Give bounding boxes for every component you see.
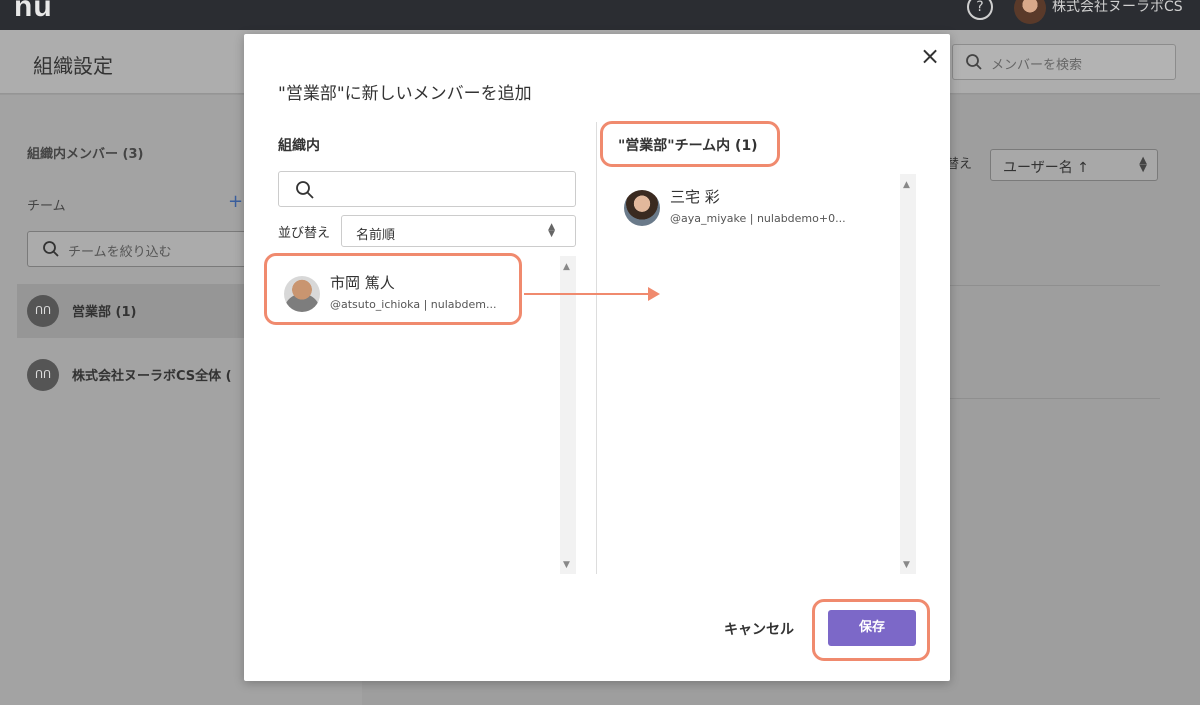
- search-icon: [966, 54, 982, 70]
- scrollbar[interactable]: ▲ ▼: [560, 256, 576, 574]
- chevron-updown-icon: ▲ ▼: [548, 222, 555, 239]
- team-filter-input[interactable]: チームを絞り込む: [27, 231, 257, 267]
- member-name: 三宅 彩: [670, 188, 720, 206]
- highlight-box: [600, 121, 780, 167]
- team-name: 株式会社ヌーラボCS全体 (: [72, 369, 232, 384]
- add-team-icon[interactable]: +: [228, 191, 243, 212]
- close-icon[interactable]: ×: [920, 44, 940, 68]
- org-name[interactable]: 株式会社ヌーラボCS: [1052, 0, 1183, 16]
- sidebar-item-team[interactable]: ꓵꓵ 株式会社ヌーラボCS全体 (: [17, 348, 257, 402]
- list-item[interactable]: 三宅 彩 @aya_miyake | nulabdemo+0...: [624, 182, 864, 234]
- scroll-down-icon[interactable]: ▼: [563, 560, 570, 570]
- help-icon[interactable]: ?: [967, 0, 993, 20]
- top-bar: nu ? 株式会社ヌーラボCS: [0, 0, 1200, 30]
- search-placeholder: メンバーを検索: [991, 58, 1083, 73]
- app-logo: nu: [14, 0, 53, 23]
- column-divider: [596, 122, 597, 574]
- chevron-updown-icon: ▲ ▼: [1139, 155, 1147, 174]
- scroll-down-icon[interactable]: ▼: [903, 560, 910, 570]
- add-member-dialog: × "営業部"に新しいメンバーを追加 組織内 並び替え 名前順 ▲ ▼ 市岡 篤人…: [244, 34, 950, 681]
- page-title: 組織設定: [33, 54, 113, 78]
- cancel-button[interactable]: キャンセル: [724, 619, 794, 639]
- scrollbar[interactable]: ▲ ▼: [900, 174, 916, 574]
- sort-select[interactable]: 名前順 ▲ ▼: [341, 215, 576, 247]
- highlight-box: [812, 599, 930, 661]
- member-search-input[interactable]: [278, 171, 576, 207]
- org-members-heading: 組織内: [278, 138, 320, 154]
- divider: [942, 398, 1160, 399]
- member-search-input[interactable]: メンバーを検索: [952, 44, 1176, 80]
- dialog-title: "営業部"に新しいメンバーを追加: [278, 84, 532, 104]
- search-icon: [296, 181, 314, 199]
- avatar: [624, 190, 660, 226]
- team-member-list: 三宅 彩 @aya_miyake | nulabdemo+0... ▲ ▼: [618, 174, 918, 574]
- sort-value: ユーザー名 ↑: [1003, 160, 1089, 176]
- arrow-line: [524, 293, 654, 295]
- org-avatar[interactable]: [1014, 0, 1046, 24]
- team-icon: ꓵꓵ: [27, 295, 59, 327]
- member-id: @aya_miyake | nulabdemo+0...: [670, 212, 846, 225]
- arrow-head-icon: [648, 287, 660, 301]
- sidebar-item-team[interactable]: ꓵꓵ 営業部 (1): [17, 284, 257, 338]
- sort-select[interactable]: ユーザー名 ↑ ▲ ▼: [990, 149, 1158, 181]
- team-filter-placeholder: チームを絞り込む: [68, 245, 172, 260]
- divider: [942, 285, 1160, 286]
- team-icon: ꓵꓵ: [27, 359, 59, 391]
- teams-label: チーム: [27, 199, 66, 214]
- scroll-up-icon[interactable]: ▲: [563, 262, 570, 272]
- org-members-link[interactable]: 組織内メンバー (3): [27, 143, 143, 162]
- scroll-up-icon[interactable]: ▲: [903, 180, 910, 190]
- highlight-box: [264, 253, 522, 325]
- sort-label: 並び替え: [278, 226, 331, 241]
- team-name: 営業部 (1): [72, 305, 137, 320]
- search-icon: [43, 241, 59, 257]
- sort-value: 名前順: [356, 228, 396, 243]
